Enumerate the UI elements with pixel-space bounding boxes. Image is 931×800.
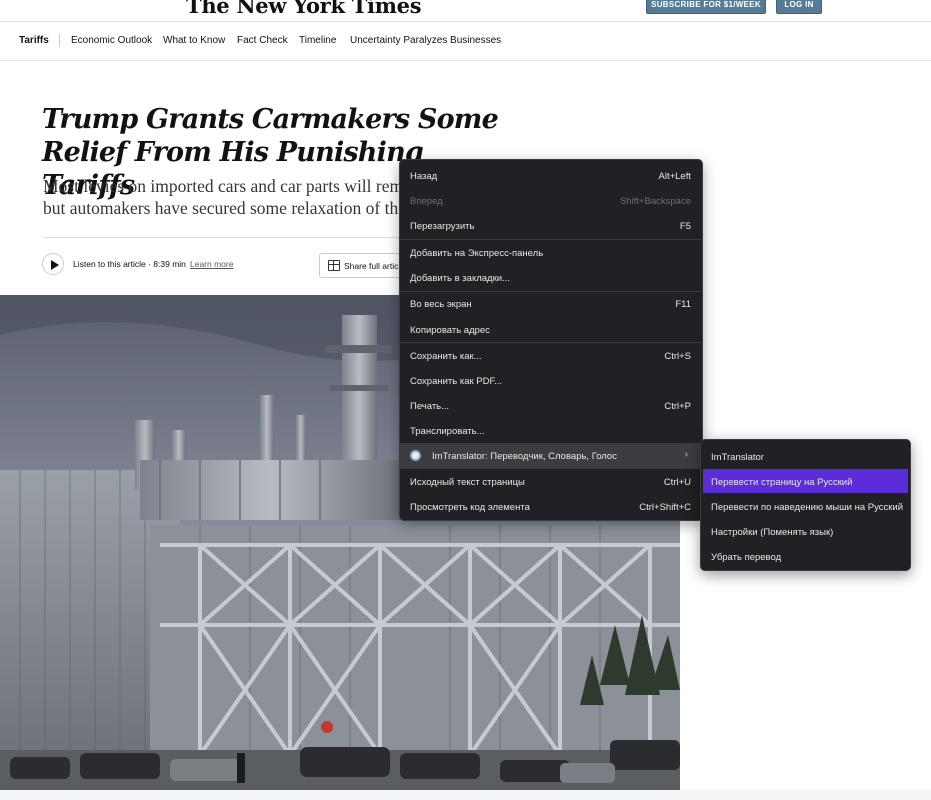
menu-item-view-source[interactable]: Исходный текст страницы Ctrl+U	[400, 469, 702, 494]
learn-more-link[interactable]: Learn more	[190, 259, 233, 269]
chevron-right-icon: ›	[684, 449, 688, 460]
play-icon[interactable]	[42, 253, 64, 275]
menu-item-cast[interactable]: Транслировать...	[400, 418, 702, 443]
menu-item-shortcut: Ctrl+U	[663, 477, 691, 488]
menu-item-label: Транслировать...	[410, 426, 485, 437]
submenu-item-settings[interactable]: Настройки (Поменять язык)	[703, 519, 908, 543]
topic-subnav: Tariffs Economic Outlook What to Know Fa…	[0, 22, 931, 61]
submenu-item-translate-hover[interactable]: Перевести по наведению мыши на Русский	[703, 494, 908, 518]
menu-item-label: Печать...	[410, 401, 450, 412]
submenu-item-label: ImTranslator	[711, 452, 764, 463]
menu-item-save-as[interactable]: Сохранить как... Ctrl+S	[400, 343, 702, 368]
subnav-item-fact-check[interactable]: Fact Check	[237, 35, 288, 46]
menu-item-shortcut: Ctrl+S	[664, 351, 691, 362]
subnav-item-economic-outlook[interactable]: Economic Outlook	[71, 35, 152, 46]
subnav-item-tariffs[interactable]: Tariffs	[19, 35, 49, 46]
menu-item-shortcut: F11	[675, 299, 691, 310]
subnav-item-uncertainty[interactable]: Uncertainty Paralyzes Businesses	[350, 35, 501, 46]
menu-item-copy-address[interactable]: Копировать адрес	[400, 317, 702, 342]
submenu-item-label: Убрать перевод	[711, 552, 782, 563]
submenu-item-translate-page[interactable]: Перевести страницу на Русский	[703, 469, 908, 493]
gift-icon	[328, 260, 340, 271]
imtranslator-icon	[410, 450, 421, 461]
menu-item-add-speed-dial[interactable]: Добавить на Экспресс-панель	[400, 240, 702, 265]
masthead: The New York Times SUBSCRIBE FOR $1/WEEK…	[0, 0, 931, 22]
nyt-logo[interactable]: The New York Times	[186, 0, 422, 18]
menu-item-forward: Вперед Shift+Backspace	[400, 188, 702, 213]
share-button[interactable]: Share full article	[319, 253, 409, 278]
menu-item-label: Сохранить как PDF...	[410, 376, 503, 387]
menu-item-label: Добавить на Экспресс-панель	[410, 248, 544, 259]
menu-item-label: Исходный текст страницы	[410, 477, 525, 488]
submenu-item-remove-translation[interactable]: Убрать перевод	[703, 544, 908, 568]
menu-item-label: Перезагрузить	[410, 221, 475, 232]
menu-item-imtranslator[interactable]: ImTranslator: Переводчик, Словарь, Голос…	[400, 443, 702, 468]
subnav-item-what-to-know[interactable]: What to Know	[163, 35, 225, 46]
subnav-item-timeline[interactable]: Timeline	[299, 35, 336, 46]
menu-item-label: Назад	[410, 171, 438, 182]
submenu-item-label: Перевести по наведению мыши на Русский	[711, 502, 904, 513]
menu-item-label: Во весь экран	[410, 299, 472, 310]
menu-item-back[interactable]: Назад Alt+Left	[400, 163, 702, 188]
menu-item-label: Добавить в закладки...	[410, 273, 510, 284]
menu-item-fullscreen[interactable]: Во весь экран F11	[400, 291, 702, 316]
imtranslator-submenu: ImTranslator Перевести страницу на Русск…	[700, 439, 911, 571]
submenu-item-label: Перевести страницу на Русский	[711, 477, 853, 488]
menu-item-shortcut: F5	[679, 221, 691, 232]
menu-item-add-bookmark[interactable]: Добавить в закладки...	[400, 265, 702, 290]
subscribe-button[interactable]: SUBSCRIBE FOR $1/WEEK	[646, 0, 766, 14]
menu-item-shortcut: Ctrl+Shift+C	[639, 502, 691, 513]
subnav-divider	[59, 34, 60, 47]
menu-item-inspect[interactable]: Просмотреть код элемента Ctrl+Shift+C	[400, 494, 702, 519]
header-divider	[43, 237, 423, 238]
menu-item-label: Просмотреть код элемента	[410, 502, 530, 513]
menu-item-save-pdf[interactable]: Сохранить как PDF...	[400, 368, 702, 393]
bottom-strip	[0, 790, 931, 800]
submenu-item-label: Настройки (Поменять язык)	[711, 527, 834, 538]
submenu-item-imtranslator[interactable]: ImTranslator	[703, 444, 908, 468]
menu-item-shortcut: Ctrl+P	[664, 401, 691, 412]
menu-item-label: Копировать адрес	[410, 325, 490, 336]
listen-label: Listen to this article · 8:39 min	[73, 259, 186, 269]
share-label: Share full article	[344, 261, 405, 271]
menu-item-reload[interactable]: Перезагрузить F5	[400, 213, 702, 238]
menu-item-shortcut: Shift+Backspace	[619, 196, 691, 207]
menu-item-label: Вперед	[410, 196, 443, 207]
menu-item-print[interactable]: Печать... Ctrl+P	[400, 393, 702, 418]
menu-item-label: Сохранить как...	[410, 351, 482, 362]
menu-item-shortcut: Alt+Left	[658, 171, 691, 182]
context-menu: Назад Alt+Left Вперед Shift+Backspace Пе…	[399, 159, 703, 521]
login-button[interactable]: LOG IN	[776, 0, 822, 14]
menu-item-label: ImTranslator: Переводчик, Словарь, Голос	[432, 451, 617, 462]
